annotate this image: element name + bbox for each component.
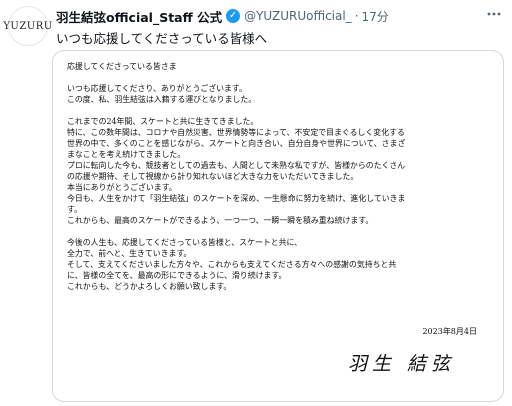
letter-line: 応援してくださっている皆さま [67,62,177,71]
letter-line: 本当にありがとうございます。 [67,183,177,192]
letter-body: 応援してくださっている皆さまいつも応援してくださり、ありがとうございます。この度… [67,61,487,292]
letter-line: これまでの24年間、スケートと共に生きてきました。 [67,117,259,126]
author-name[interactable]: 羽生結弦official_Staff 公式 [56,7,222,26]
letter-line: 全力で、前へと、生きていきます。 [67,249,192,258]
post-image[interactable]: 応援してくださっている皆さまいつも応援してくださり、ありがとうございます。この度… [52,50,504,402]
letter-blank-line [67,72,487,83]
letter-date: 2023年8月4日 [422,327,477,336]
author-handle[interactable]: @YUZURUofficial_ [244,9,352,23]
post-time[interactable]: 17分 [362,8,389,25]
more-icon[interactable] [486,6,502,25]
avatar[interactable]: YUZURU [3,6,52,46]
letter-line: 今日も、人生をかけて「羽生結弦」のスケートを深め、一生懸命に努力を続け、進化して… [67,194,406,203]
letter-blank-line [67,105,487,116]
letter-line: す。 [67,205,82,214]
letter-line: これからも、どうかよろしくお願い致します。 [67,282,232,291]
post-text: いつも応援してくださっている皆様へ [56,31,268,46]
letter-line: プロに転向した今も、競技者としての過去も、人間として未熟な私ですが、皆様からのた… [67,161,406,170]
letter-line: の応援や期待、そして視線から計り知れないほど大きな力をいただいてきました。 [67,172,359,181]
letter-blank-line [67,226,487,237]
post-header: 羽生結弦official_Staff 公式 ✓ @YUZURUofficial_… [56,6,504,26]
letter-line: いつも応援してくださり、ありがとうございます。 [67,84,247,93]
verified-badge-icon: ✓ [226,9,241,23]
letter-line: まなことを考え続けてきました。 [67,150,186,159]
letter-signature: 羽生 結弦 [347,353,455,375]
separator: · [354,9,359,23]
letter-line: 今後の人生も、応援してくださっている皆様と、スケートと共に、 [67,238,303,247]
letter-line: 特に、この数年間は、コロナや自然災害、世界情勢等によって、不安定で目まぐるしく変… [67,128,405,137]
letter-line: これからも、最高のスケートができるよう、一つ一つ、一瞬一瞬を積み重ね続けます。 [67,216,374,225]
letter-line: 世界の中で、多くのことを感じながら、スケートと向き合い、自分自身や世界について、… [67,139,406,148]
letter-line: そして、支えてくださいました方々や、これからも支えてくださる方々への感謝の気持ち… [67,260,397,269]
letter-line: この度、私、羽生結弦は入籍する運びとなりました。 [67,95,257,104]
letter-line: に、皆様の全てを、最高の形にできるように、滑り続けます。 [67,271,287,280]
avatar-text: YUZURU [3,20,53,32]
